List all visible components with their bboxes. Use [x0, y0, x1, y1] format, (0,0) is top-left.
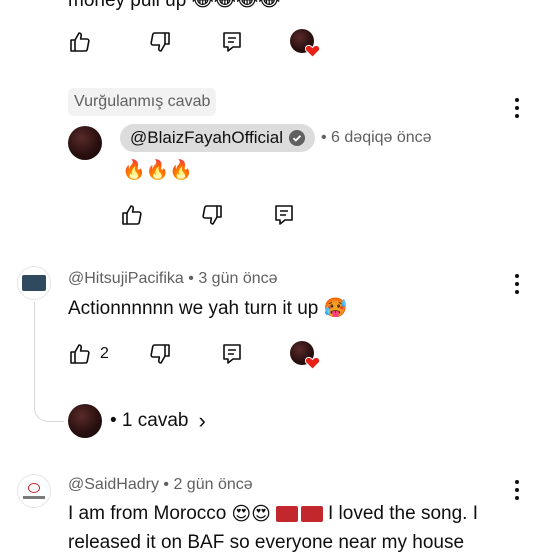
- comment-text: I am from Morocco 😍😍 I loved the song. I: [68, 503, 478, 525]
- thumb-down-icon: [148, 342, 172, 366]
- dislike-button[interactable]: [148, 342, 172, 371]
- author-handle: @BlaizFayahOfficial: [130, 128, 283, 147]
- thumb-up-icon: [68, 30, 92, 54]
- comment-text-line-2: released it on BAF so everyone near my h…: [68, 532, 465, 553]
- creator-heart-button[interactable]: [290, 341, 320, 370]
- reply-text: 🔥🔥🔥: [122, 159, 193, 181]
- creator-heart-button[interactable]: [290, 29, 320, 58]
- more-options-button[interactable]: [514, 274, 520, 294]
- morocco-flag-icon: [276, 506, 323, 522]
- more-options-button[interactable]: [514, 480, 520, 500]
- thumb-up-icon: [68, 342, 92, 366]
- dislike-button[interactable]: [148, 30, 172, 59]
- avatar[interactable]: [17, 266, 51, 300]
- thumb-down-icon: [148, 30, 172, 54]
- reply-button[interactable]: [272, 203, 296, 232]
- timestamp: • 3 gün öncə: [188, 270, 278, 287]
- comment-emoji: 😍😍: [231, 503, 271, 525]
- author-handle[interactable]: @SaidHadry: [68, 476, 159, 493]
- like-count: 2: [100, 345, 109, 362]
- reply-icon: [220, 342, 244, 366]
- verified-check-icon: [289, 130, 305, 146]
- comment-emoji: 🥵: [323, 297, 348, 319]
- creator-handle-badge[interactable]: @BlaizFayahOfficial: [120, 124, 315, 152]
- thread-line: [34, 302, 35, 404]
- timestamp: • 2 gün öncə: [163, 476, 253, 493]
- like-button[interactable]: 2: [68, 342, 109, 366]
- dislike-button[interactable]: [200, 203, 224, 232]
- like-button[interactable]: [68, 30, 92, 59]
- more-options-button[interactable]: [514, 98, 520, 118]
- avatar[interactable]: [17, 474, 51, 508]
- comment-text: Actionnnnnn we yah turn it up 🥵: [68, 297, 348, 319]
- comment-emoji: 😂😂😂😂: [191, 0, 281, 11]
- more-vert-icon: [514, 98, 520, 118]
- thumb-down-icon: [200, 203, 224, 227]
- reply-header: @BlaizFayahOfficial • 6 dəqiqə öncə: [120, 124, 432, 152]
- heart-icon: [305, 44, 320, 58]
- reply-button[interactable]: [220, 30, 244, 59]
- replies-count: • 1 cavab: [110, 410, 189, 431]
- timestamp: • 6 dəqiqə öncə: [321, 129, 432, 146]
- more-vert-icon: [514, 480, 520, 500]
- more-vert-icon: [514, 274, 520, 294]
- creator-avatar: [68, 404, 102, 438]
- view-replies-button[interactable]: • 1 cavab ›: [68, 404, 206, 438]
- thumb-up-icon: [120, 203, 144, 227]
- chevron-right-icon: ›: [198, 408, 206, 433]
- author-handle[interactable]: @HitsujiPacifika: [68, 270, 184, 287]
- thread-connector: [34, 402, 64, 422]
- like-button[interactable]: [120, 203, 144, 232]
- avatar[interactable]: [68, 126, 102, 160]
- comment-header: @SaidHadry • 2 gün öncə: [68, 476, 253, 494]
- reply-button[interactable]: [220, 342, 244, 371]
- heart-icon: [305, 356, 320, 370]
- reply-icon: [220, 30, 244, 54]
- previous-comment-text: money pull up 😂😂😂😂: [68, 0, 280, 12]
- reply-icon: [272, 203, 296, 227]
- comment-header: @HitsujiPacifika • 3 gün öncə: [68, 270, 278, 288]
- highlighted-reply-badge: Vurğulanmış cavab: [68, 88, 217, 116]
